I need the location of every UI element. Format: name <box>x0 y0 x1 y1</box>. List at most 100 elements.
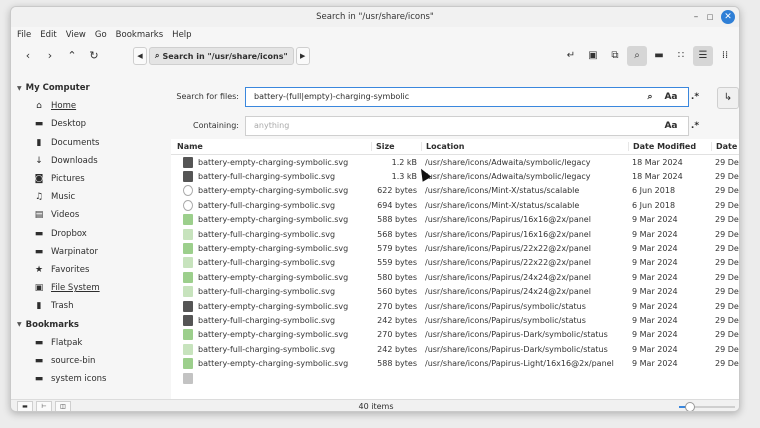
file-date: 29 De <box>715 258 739 268</box>
sidebar-item-warpinator[interactable]: ▬ Warpinator <box>11 243 171 261</box>
file-date: 29 De <box>715 315 739 325</box>
table-row[interactable]: battery-empty-charging-symbolic.svg 622 b… <box>171 184 739 198</box>
table-row[interactable]: battery-empty-charging-symbolic.svg 588 b… <box>171 356 739 370</box>
minimize-button[interactable]: – <box>689 10 703 24</box>
menu-view[interactable]: View <box>66 30 86 40</box>
file-date-modified: 18 Mar 2024 <box>632 172 683 182</box>
sidebar-icon: ▣ <box>588 50 598 61</box>
sidebar-item-desktop[interactable]: ▬ Desktop <box>11 115 171 133</box>
file-name-cell: battery-empty-charging-symbolic.svg <box>171 214 371 226</box>
open-terminal-button[interactable]: ↵ <box>561 46 581 66</box>
file-icon <box>183 171 193 183</box>
maximize-button[interactable]: □ <box>703 10 717 24</box>
start-search-button[interactable]: ↳ <box>717 87 739 109</box>
sidebar-item-file-system[interactable]: ▣ File System <box>11 279 171 297</box>
containing-placeholder: anything <box>254 121 290 130</box>
sidebar-item-music[interactable]: ♫ Music <box>11 188 171 206</box>
sidebar-item-label: Dropbox <box>51 228 87 239</box>
breadcrumb-left-button[interactable]: ◀ <box>133 47 147 65</box>
compact-icon: ⁞⁞ <box>721 50 729 61</box>
breadcrumb-search-crumb[interactable]: ⌕ Search in "/usr/share/icons" <box>149 47 294 65</box>
sidebar-item-dropbox[interactable]: ▬ Dropbox <box>11 225 171 243</box>
menu-help[interactable]: Help <box>172 30 191 40</box>
file-date-modified: 9 Mar 2024 <box>632 359 678 369</box>
table-row[interactable]: battery-empty-charging-symbolic.svg 270 b… <box>171 328 739 342</box>
sidebar: ▼ My Computer ⌂ Home ▬ Desktop ▮ Documents … <box>11 69 171 399</box>
sidebar-item-label: system icons <box>51 374 107 385</box>
case-sensitive-toggle[interactable]: Aa <box>663 87 679 107</box>
table-row[interactable]: battery-empty-charging-symbolic.svg 579 b… <box>171 241 739 255</box>
menu-go[interactable]: Go <box>95 30 107 40</box>
file-location: /usr/share/icons/Papirus/22x22@2x/panel <box>425 258 591 268</box>
sidebar-item-flatpak[interactable]: ▬ Flatpak <box>11 334 171 352</box>
table-row[interactable]: battery-full-charging-symbolic.svg 242 by… <box>171 313 739 327</box>
close-button[interactable]: ✕ <box>721 10 735 24</box>
file-date-modified: 9 Mar 2024 <box>632 330 678 340</box>
search-toggle-button[interactable]: ⌕ <box>627 46 647 66</box>
column-header-date-modified[interactable]: Date Modified <box>628 142 711 151</box>
column-header-date[interactable]: Date <box>711 142 739 151</box>
sidebar-item-videos[interactable]: ▤ Videos <box>11 206 171 224</box>
up-button[interactable]: ⌃ <box>61 46 83 66</box>
menu-file[interactable]: File <box>17 30 31 40</box>
column-header-size[interactable]: Size <box>371 142 421 151</box>
table-row[interactable]: battery-empty-charging-symbolic.svg 580 b… <box>171 270 739 284</box>
view-list-button[interactable]: ☰ <box>693 46 713 66</box>
file-date-modified: 9 Mar 2024 <box>632 258 678 268</box>
file-name: battery-empty-charging-symbolic.svg <box>198 186 349 196</box>
sidebar-item-source-bin[interactable]: ▬ source-bin <box>11 352 171 370</box>
sidebar-item-home[interactable]: ⌂ Home <box>11 97 171 115</box>
menu-bookmarks[interactable]: Bookmarks <box>116 30 164 40</box>
back-button[interactable]: ‹ <box>17 46 39 66</box>
camera-icon: ◙ <box>34 174 44 185</box>
sidebar-item-pictures[interactable]: ◙ Pictures <box>11 170 171 188</box>
containing-input[interactable]: anything <box>245 116 689 136</box>
containing-case-toggle[interactable]: Aa <box>663 116 679 136</box>
folder-icon: ▬ <box>34 246 44 257</box>
file-date-modified: 9 Mar 2024 <box>632 229 678 239</box>
new-tab-button[interactable]: ⧉ <box>605 46 625 66</box>
table-row[interactable]: battery-full-charging-symbolic.svg 1.3 kB… <box>171 169 739 183</box>
reload-button[interactable]: ↻ <box>83 46 105 66</box>
zoom-slider[interactable] <box>679 402 735 411</box>
file-icon <box>183 271 193 283</box>
sidebar-item-favorites[interactable]: ★ Favorites <box>11 261 171 279</box>
search-icon: ⌕ <box>155 51 160 60</box>
file-size: 242 bytes <box>377 315 417 325</box>
table-row[interactable]: battery-full-charging-symbolic.svg 559 by… <box>171 256 739 270</box>
table-row[interactable]: battery-full-charging-symbolic.svg 242 by… <box>171 342 739 356</box>
menu-edit[interactable]: Edit <box>40 30 56 40</box>
forward-button[interactable]: › <box>39 46 61 66</box>
sidebar-section-computer[interactable]: ▼ My Computer <box>11 79 171 97</box>
file-date: 29 De <box>715 330 739 340</box>
table-row[interactable]: battery-empty-charging-symbolic.svg 270 b… <box>171 299 739 313</box>
column-header-location[interactable]: Location <box>421 142 628 151</box>
file-name: battery-full-charging-symbolic.svg <box>198 258 336 268</box>
sidebar-item-label: Warpinator <box>51 246 98 257</box>
table-row[interactable]: battery-full-charging-symbolic.svg 560 by… <box>171 285 739 299</box>
table-row[interactable]: battery-full-charging-symbolic.svg 694 by… <box>171 198 739 212</box>
sidebar-item-trash[interactable]: ▮ Trash <box>11 297 171 315</box>
sidebar-item-documents[interactable]: ▮ Documents <box>11 134 171 152</box>
file-date-modified: 9 Mar 2024 <box>632 344 678 354</box>
sidebar-item-label: Favorites <box>51 264 90 275</box>
terminal-icon: ↵ <box>566 50 576 61</box>
table-row[interactable]: battery-empty-charging-symbolic.svg 588 b… <box>171 213 739 227</box>
containing-regex-toggle[interactable]: .* <box>687 116 703 136</box>
view-compact-button[interactable]: ⁞⁞ <box>715 46 735 66</box>
table-row[interactable]: battery-full-charging-symbolic.svg 568 by… <box>171 227 739 241</box>
toggle-sidebar-button[interactable]: ▣ <box>583 46 603 66</box>
drive-icon: ▣ <box>34 283 44 294</box>
sidebar-item-downloads[interactable]: ↓ Downloads <box>11 152 171 170</box>
trash-icon: ▮ <box>36 301 42 312</box>
expand-triangle-icon: ▼ <box>17 84 22 92</box>
search-files-input[interactable]: battery-(full|empty)-charging-symbolic <box>245 87 689 107</box>
regex-toggle[interactable]: .* <box>687 87 703 107</box>
view-grid-large-button[interactable]: ▬ <box>649 46 669 66</box>
column-header-name[interactable]: Name <box>171 142 371 151</box>
sidebar-section-bookmarks[interactable]: ▼ Bookmarks <box>11 315 171 333</box>
view-icons-button[interactable]: ∷ <box>671 46 691 66</box>
breadcrumb-right-button[interactable]: ▶ <box>295 47 310 65</box>
sidebar-item-system-icons[interactable]: ▬ system icons <box>11 370 171 388</box>
table-row[interactable]: battery-empty-charging-symbolic.svg 1.2 k… <box>171 155 739 169</box>
